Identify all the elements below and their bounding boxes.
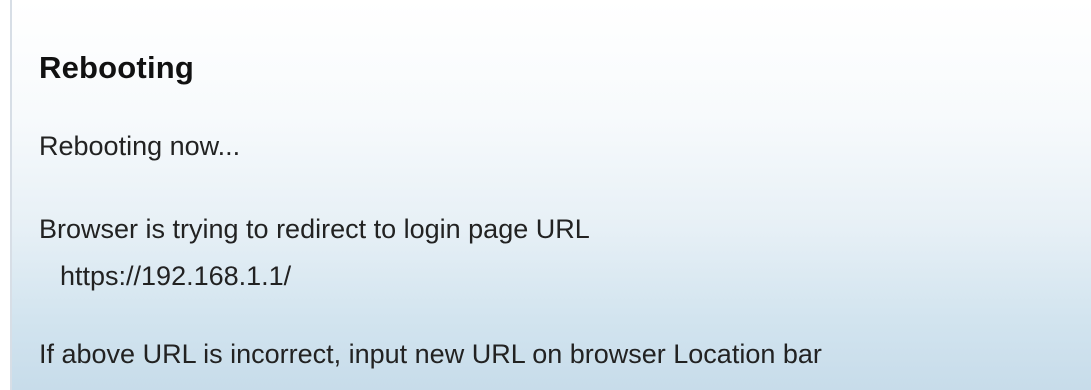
reboot-panel: Rebooting Rebooting now... Browser is tr…	[10, 0, 1091, 390]
url-instruction: If above URL is incorrect, input new URL…	[39, 339, 822, 369]
redirect-message: Browser is trying to redirect to login p…	[39, 214, 590, 244]
reboot-status-text: Rebooting now...	[39, 131, 241, 161]
redirect-url: https://192.168.1.1/	[60, 261, 292, 291]
page-title: Rebooting	[39, 50, 195, 85]
